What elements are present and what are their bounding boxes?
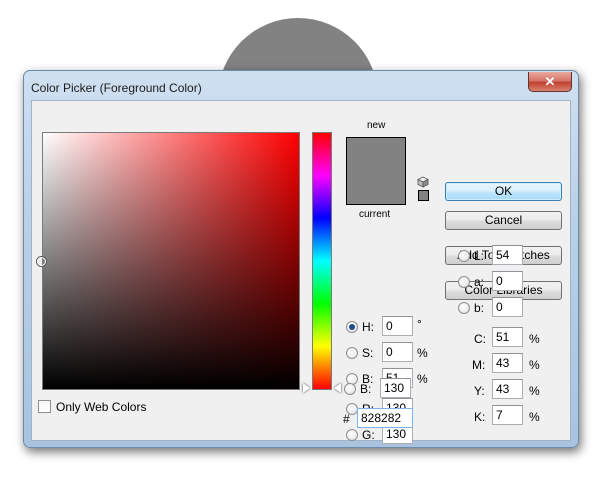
hex-field[interactable]: 828282 — [357, 408, 413, 428]
dialog-client-area: new current OK Cancel Add To Swatches Co… — [31, 100, 571, 444]
current-color-label: current — [359, 209, 391, 220]
b-label: B: — [362, 372, 374, 386]
dialog-title: Color Picker (Foreground Color) — [31, 81, 202, 95]
h-radio[interactable] — [346, 321, 358, 333]
lab-b-radio[interactable] — [458, 302, 470, 314]
g-label: G: — [362, 428, 375, 442]
y-field[interactable]: 43 — [492, 379, 523, 399]
new-color-label: new — [367, 120, 386, 131]
hue-slider-left-arrow-icon[interactable] — [303, 383, 310, 393]
lab-b-field[interactable]: 0 — [492, 297, 523, 317]
m-field[interactable]: 43 — [492, 353, 523, 373]
color-preview-swatch — [346, 137, 406, 205]
h-label: H: — [362, 320, 374, 334]
k-field[interactable]: 7 — [492, 405, 523, 425]
b-unit: % — [417, 372, 428, 386]
a-field[interactable]: 0 — [492, 271, 523, 291]
cube-icon[interactable] — [417, 176, 429, 188]
s-label: S: — [362, 346, 374, 360]
close-button[interactable]: ✕ — [528, 72, 572, 92]
web-safe-swatch[interactable] — [418, 190, 429, 201]
color-field-marker[interactable] — [37, 257, 46, 266]
close-icon: ✕ — [544, 74, 556, 89]
hue-slider[interactable] — [312, 132, 332, 390]
h-unit: ° — [417, 317, 422, 331]
h-field[interactable]: 0 — [382, 316, 413, 336]
color-field[interactable] — [37, 132, 300, 390]
l-radio[interactable] — [458, 250, 470, 262]
g-radio[interactable] — [346, 429, 358, 441]
rgb-b-field[interactable]: 130 — [380, 378, 411, 398]
a-radio[interactable] — [458, 276, 470, 288]
s-radio[interactable] — [346, 347, 358, 359]
rgb-b-radio[interactable] — [344, 383, 356, 395]
c-field[interactable]: 51 — [492, 327, 523, 347]
s-field[interactable]: 0 — [382, 342, 413, 362]
s-unit: % — [417, 346, 428, 360]
hue-slider-right-arrow-icon[interactable] — [334, 383, 341, 393]
l-field[interactable]: 54 — [492, 245, 523, 265]
cancel-button[interactable]: Cancel — [445, 211, 562, 230]
ok-button[interactable]: OK — [445, 182, 562, 201]
only-web-colors-checkbox[interactable] — [38, 400, 51, 413]
